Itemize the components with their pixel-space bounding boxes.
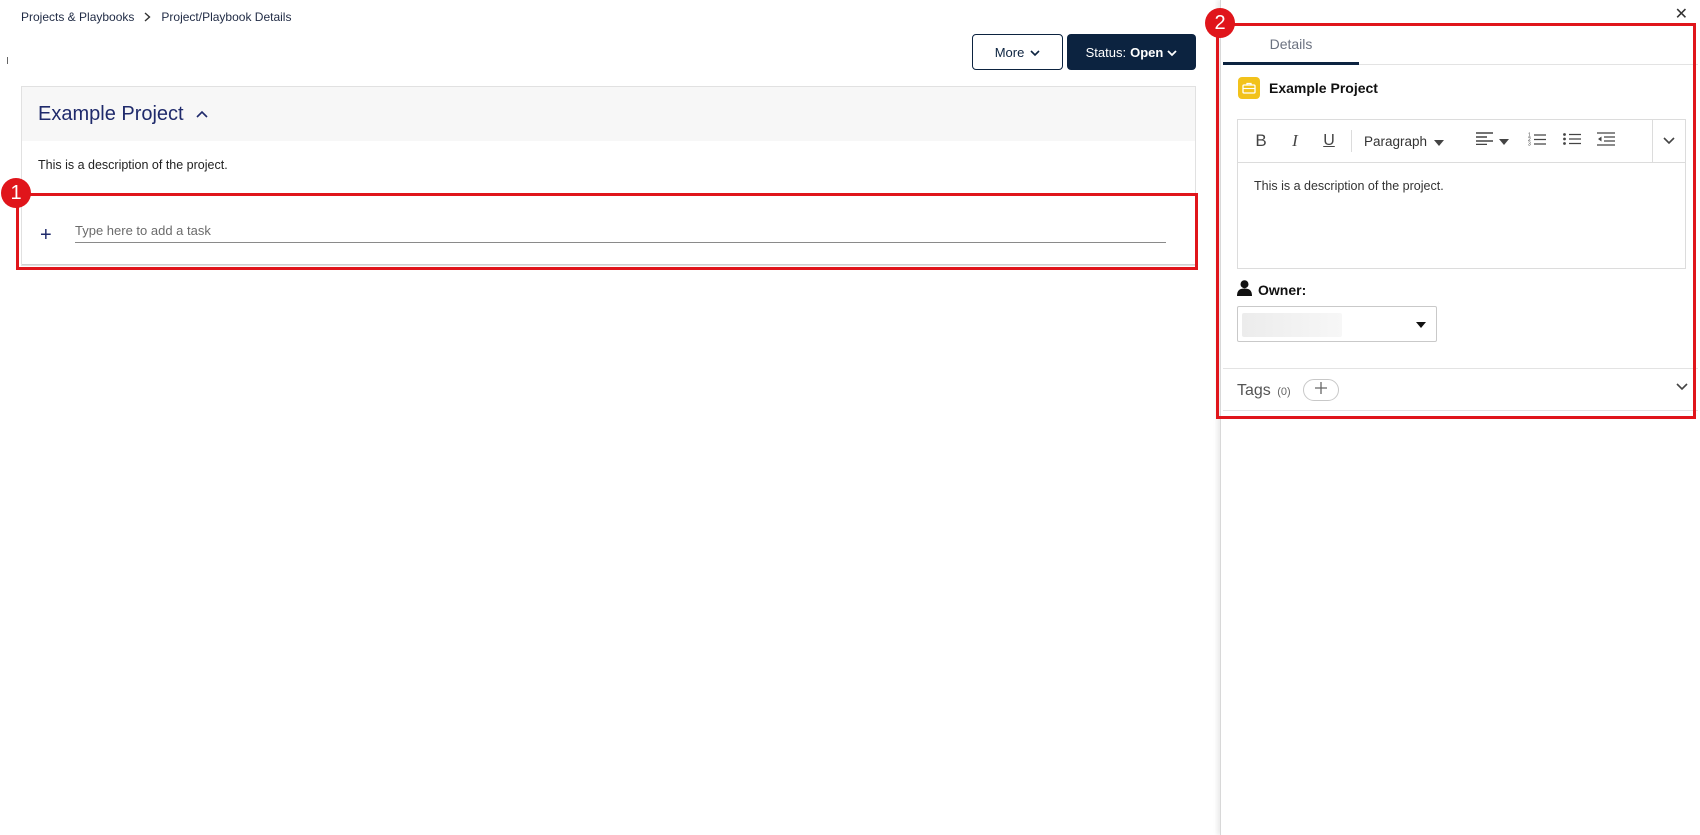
status-prefix: Status: <box>1085 44 1127 60</box>
tab-details[interactable]: Details <box>1223 26 1359 65</box>
chevron-down-icon <box>1030 45 1040 60</box>
toolbar-divider <box>1351 130 1352 152</box>
project-card: Example Project This is a description of… <box>21 86 1196 266</box>
tags-label-group: Tags (0) <box>1237 382 1291 400</box>
close-icon[interactable]: ✕ <box>1675 4 1688 24</box>
toolbar-more-button[interactable] <box>1652 120 1685 162</box>
more-button-label: More <box>994 44 1025 60</box>
breadcrumb-current: Project/Playbook Details <box>161 10 292 24</box>
page: Projects & Playbooks Project/Playbook De… <box>0 0 1700 835</box>
add-task-input[interactable] <box>75 219 1166 243</box>
bold-icon: B <box>1255 131 1267 150</box>
breadcrumb-projects-playbooks[interactable]: Projects & Playbooks <box>21 10 134 24</box>
chevron-up-icon[interactable] <box>196 110 208 118</box>
owner-label-row: Owner: <box>1237 280 1306 299</box>
outdent-button[interactable] <box>1596 130 1616 152</box>
chevron-down-icon[interactable] <box>1676 383 1688 391</box>
editor-content[interactable]: This is a description of the project. <box>1238 163 1685 269</box>
tags-label: Tags <box>1237 382 1271 399</box>
bullet-list-button[interactable] <box>1562 130 1582 152</box>
project-description: This is a description of the project. <box>38 158 228 172</box>
tags-section: Tags (0) <box>1223 368 1698 411</box>
owner-label: Owner: <box>1258 281 1307 298</box>
more-button[interactable]: More <box>972 34 1063 70</box>
briefcase-icon <box>1238 77 1260 99</box>
paragraph-select[interactable]: Paragraph <box>1364 130 1445 152</box>
numbered-list-icon: 123 <box>1528 132 1546 151</box>
project-title: Example Project <box>38 102 184 125</box>
bullet-list-icon <box>1563 132 1581 151</box>
chevron-down-icon <box>1167 45 1177 60</box>
caret-down-icon <box>1416 322 1426 328</box>
outdent-icon <box>1597 131 1615 151</box>
panel-project-row: Example Project <box>1238 77 1378 99</box>
divider-tick <box>7 57 8 64</box>
italic-icon: I <box>1292 131 1298 150</box>
bold-button[interactable]: B <box>1252 130 1270 152</box>
annotation-badge-2: 2 <box>1205 8 1235 38</box>
plus-icon <box>1314 381 1328 400</box>
caret-down-icon <box>1498 132 1509 150</box>
paragraph-label: Paragraph <box>1364 133 1428 149</box>
panel-project-name: Example Project <box>1269 80 1378 96</box>
underline-button[interactable]: U <box>1320 130 1338 152</box>
underline-icon: U <box>1323 132 1335 149</box>
add-tag-button[interactable] <box>1303 379 1339 401</box>
align-select[interactable] <box>1472 130 1512 152</box>
svg-text:3: 3 <box>1528 141 1531 146</box>
add-task-row: + <box>22 203 1195 265</box>
project-card-header: Example Project <box>22 87 1195 141</box>
details-panel: ✕ Details Example Project B I U Paragrap… <box>1220 0 1700 835</box>
status-value: Open <box>1130 44 1164 60</box>
person-icon <box>1237 280 1252 299</box>
owner-value-redacted <box>1242 313 1342 337</box>
numbered-list-button[interactable]: 123 <box>1527 130 1547 152</box>
caret-down-icon <box>1434 134 1445 149</box>
description-editor: B I U Paragraph 1 2 3 This is a descript… <box>1237 119 1686 269</box>
breadcrumb: Projects & Playbooks Project/Playbook De… <box>21 10 291 24</box>
panel-tabs: Details <box>1223 26 1698 65</box>
italic-button[interactable]: I <box>1286 130 1304 152</box>
editor-toolbar: B I U Paragraph 1 2 3 <box>1238 120 1685 163</box>
align-left-icon <box>1475 132 1493 150</box>
tags-count: (0) <box>1277 386 1291 398</box>
chevron-down-icon <box>1663 132 1675 150</box>
status-button[interactable]: Status: Open <box>1067 34 1196 70</box>
chevron-right-icon <box>144 12 151 22</box>
owner-select[interactable] <box>1237 306 1437 342</box>
annotation-badge-1: 1 <box>1 178 31 208</box>
plus-icon[interactable]: + <box>40 225 52 245</box>
